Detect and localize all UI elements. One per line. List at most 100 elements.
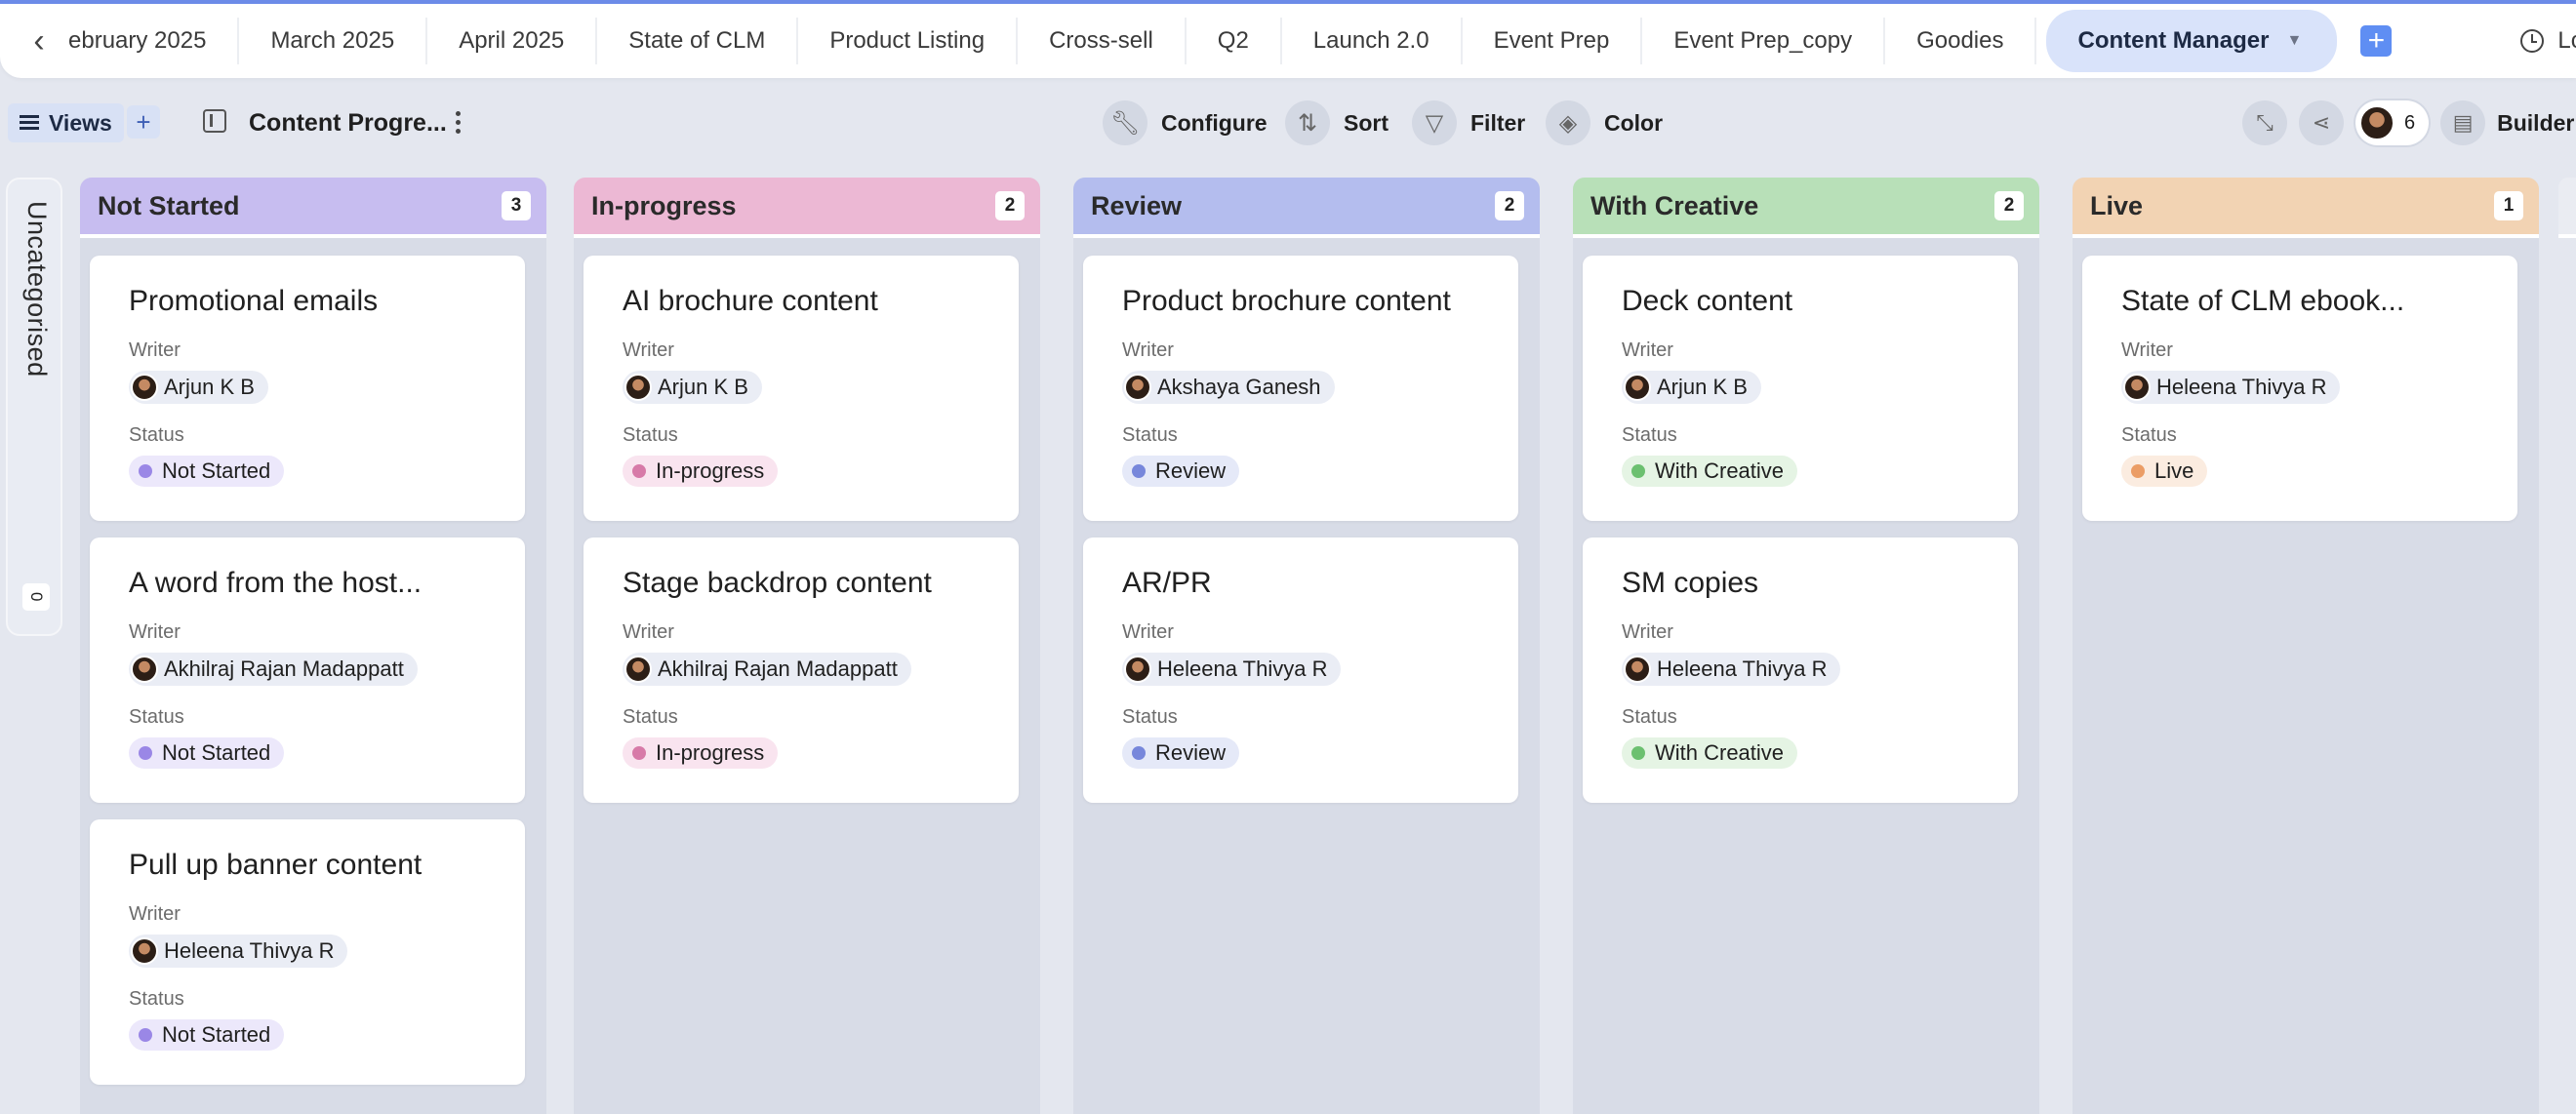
status-label: Status: [623, 424, 678, 446]
uncategorised-count: 0: [22, 583, 50, 611]
avatar: [1624, 374, 1651, 401]
sheet-tab[interactable]: April 2025: [427, 18, 598, 64]
card-title: Product brochure content: [1122, 285, 1451, 317]
status-value: In-progress: [656, 740, 765, 765]
status-label: Status: [129, 424, 184, 446]
status-badge[interactable]: Review: [1122, 456, 1240, 487]
status-value: In-progress: [656, 458, 765, 483]
task-card[interactable]: Stage backdrop content Writer Akhilraj Raj…: [584, 537, 1019, 803]
builder-icon[interactable]: ▤: [2440, 100, 2486, 145]
status-badge[interactable]: In-progress: [623, 456, 779, 487]
sheet-tab[interactable]: March 2025: [239, 18, 428, 64]
column-count: 1: [2494, 191, 2523, 220]
column-header[interactable]: Review 2: [1073, 178, 1540, 238]
status-badge[interactable]: Not Started: [129, 737, 285, 769]
avatar: [131, 374, 158, 401]
status-value: Review: [1155, 458, 1227, 483]
add-view-button[interactable]: +: [127, 105, 160, 139]
sheet-tab[interactable]: Product Listing: [798, 18, 1019, 64]
writer-label: Writer: [129, 903, 181, 925]
writer-chip[interactable]: Arjun K B: [1622, 371, 1761, 404]
writer-name: Heleena Thivya R: [2156, 375, 2327, 399]
writer-chip[interactable]: Akshaya Ganesh: [1122, 371, 1335, 404]
board-column: Review 2 Product brochure content Writer Aks…: [1073, 178, 1540, 1114]
writer-label: Writer: [623, 621, 674, 643]
column-header[interactable]: With Creative 2: [1573, 178, 2039, 238]
sheet-tab[interactable]: ebruary 2025: [68, 18, 240, 64]
sort-button[interactable]: ⇅ Sort: [1285, 99, 1389, 146]
column-title: Review: [1091, 190, 1183, 220]
status-badge[interactable]: Not Started: [129, 456, 285, 487]
writer-chip[interactable]: Akhilraj Rajan Madappatt: [129, 653, 418, 686]
sheet-tabs: ebruary 2025 March 2025 April 2025 State of…: [68, 4, 2037, 78]
task-card[interactable]: A word from the host... Writer Akhilraj Ra…: [90, 537, 525, 803]
chevron-down-icon[interactable]: ▼: [2287, 32, 2303, 50]
status-label: Status: [623, 706, 678, 728]
status-dot: [2131, 464, 2145, 478]
status-badge[interactable]: With Creative: [1622, 737, 1798, 769]
column-header[interactable]: In-progress 2: [574, 178, 1040, 238]
column-header[interactable]: Not Started 3: [80, 178, 546, 238]
column-title: Not Started: [98, 190, 240, 220]
column-count: 2: [995, 191, 1025, 220]
task-card[interactable]: Product brochure content Writer Akshaya Ga…: [1083, 256, 1518, 521]
sheet-tab[interactable]: Event Prep: [1463, 18, 1643, 64]
tab-content-manager[interactable]: Content Manager ▼: [2046, 10, 2338, 72]
writer-chip[interactable]: Heleena Thivya R: [1122, 653, 1342, 686]
chevron-left-icon[interactable]: ‹: [0, 4, 68, 78]
status-value: With Creative: [1655, 740, 1785, 765]
paint-bucket-icon: ◈: [1546, 100, 1590, 145]
add-sheet-button[interactable]: +: [2360, 25, 2393, 57]
task-card[interactable]: Promotional emails Writer Arjun K B Status N…: [90, 256, 525, 521]
card-title: Pull up banner content: [129, 849, 423, 881]
filter-button[interactable]: ▽ Filter: [1412, 99, 1525, 146]
writer-chip[interactable]: Akhilraj Rajan Madappatt: [623, 653, 911, 686]
filter-label: Filter: [1470, 109, 1526, 136]
share-icon[interactable]: ⋖: [2299, 100, 2344, 145]
sheet-tab[interactable]: Q2: [1187, 18, 1282, 64]
sheet-tab[interactable]: Launch 2.0: [1282, 18, 1463, 64]
task-card[interactable]: State of CLM ebook... Writer Heleena Thivy…: [2082, 256, 2517, 521]
card-title: Deck content: [1622, 285, 1793, 317]
sheet-tab[interactable]: State of CLM: [597, 18, 799, 64]
status-label: Status: [129, 706, 184, 728]
view-title[interactable]: Content Progre...: [249, 109, 447, 138]
configure-button[interactable]: 🔧︎ Configure: [1103, 99, 1268, 146]
column-count: 3: [502, 191, 531, 220]
writer-name: Heleena Thivya R: [164, 938, 335, 963]
writer-name: Heleena Thivya R: [1657, 656, 1828, 681]
sheet-tab[interactable]: Goodies: [1885, 18, 2037, 64]
sheet-tab[interactable]: Cross-sell: [1018, 18, 1187, 64]
uncategorised-lane[interactable]: Uncategorised 0: [6, 178, 62, 636]
writer-chip[interactable]: Heleena Thivya R: [1622, 653, 1841, 686]
status-badge[interactable]: Live: [2121, 456, 2208, 487]
toolbar-right-group: ⤡ ⋖ 6 ▤ Builder: [2242, 96, 2574, 150]
task-card[interactable]: AR/PR Writer Heleena Thivya R Status Review: [1083, 537, 1518, 803]
writer-chip[interactable]: Heleena Thivya R: [129, 935, 348, 968]
writer-chip[interactable]: Arjun K B: [623, 371, 762, 404]
card-title: State of CLM ebook...: [2121, 285, 2405, 317]
status-dot: [632, 464, 646, 478]
task-card[interactable]: AI brochure content Writer Arjun K B Status…: [584, 256, 1019, 521]
log-button[interactable]: Log: [2520, 27, 2576, 55]
task-card[interactable]: Pull up banner content Writer Heleena Thiv…: [90, 819, 525, 1085]
status-badge[interactable]: Review: [1122, 737, 1240, 769]
task-card[interactable]: SM copies Writer Heleena Thivya R Status Wit…: [1583, 537, 2018, 803]
task-card[interactable]: Deck content Writer Arjun K B Status With Cr…: [1583, 256, 2018, 521]
collaborators-button[interactable]: 6: [2355, 100, 2430, 145]
color-button[interactable]: ◈ Color: [1546, 99, 1663, 146]
sheet-tab[interactable]: Event Prep_copy: [1642, 18, 1886, 64]
writer-chip[interactable]: Heleena Thivya R: [2121, 371, 2341, 404]
views-button[interactable]: Views: [8, 103, 124, 142]
status-label: Status: [1622, 706, 1677, 728]
builder-button[interactable]: Builder: [2497, 110, 2574, 137]
status-badge[interactable]: Not Started: [129, 1019, 285, 1051]
collapse-icon[interactable]: ⤡: [2242, 100, 2287, 145]
status-badge[interactable]: In-progress: [623, 737, 779, 769]
writer-chip[interactable]: Arjun K B: [129, 371, 268, 404]
column-header[interactable]: Live 1: [2073, 178, 2539, 238]
more-options-icon[interactable]: [453, 109, 463, 137]
avatar: [1124, 374, 1151, 401]
status-badge[interactable]: With Creative: [1622, 456, 1798, 487]
avatar: [624, 374, 652, 401]
